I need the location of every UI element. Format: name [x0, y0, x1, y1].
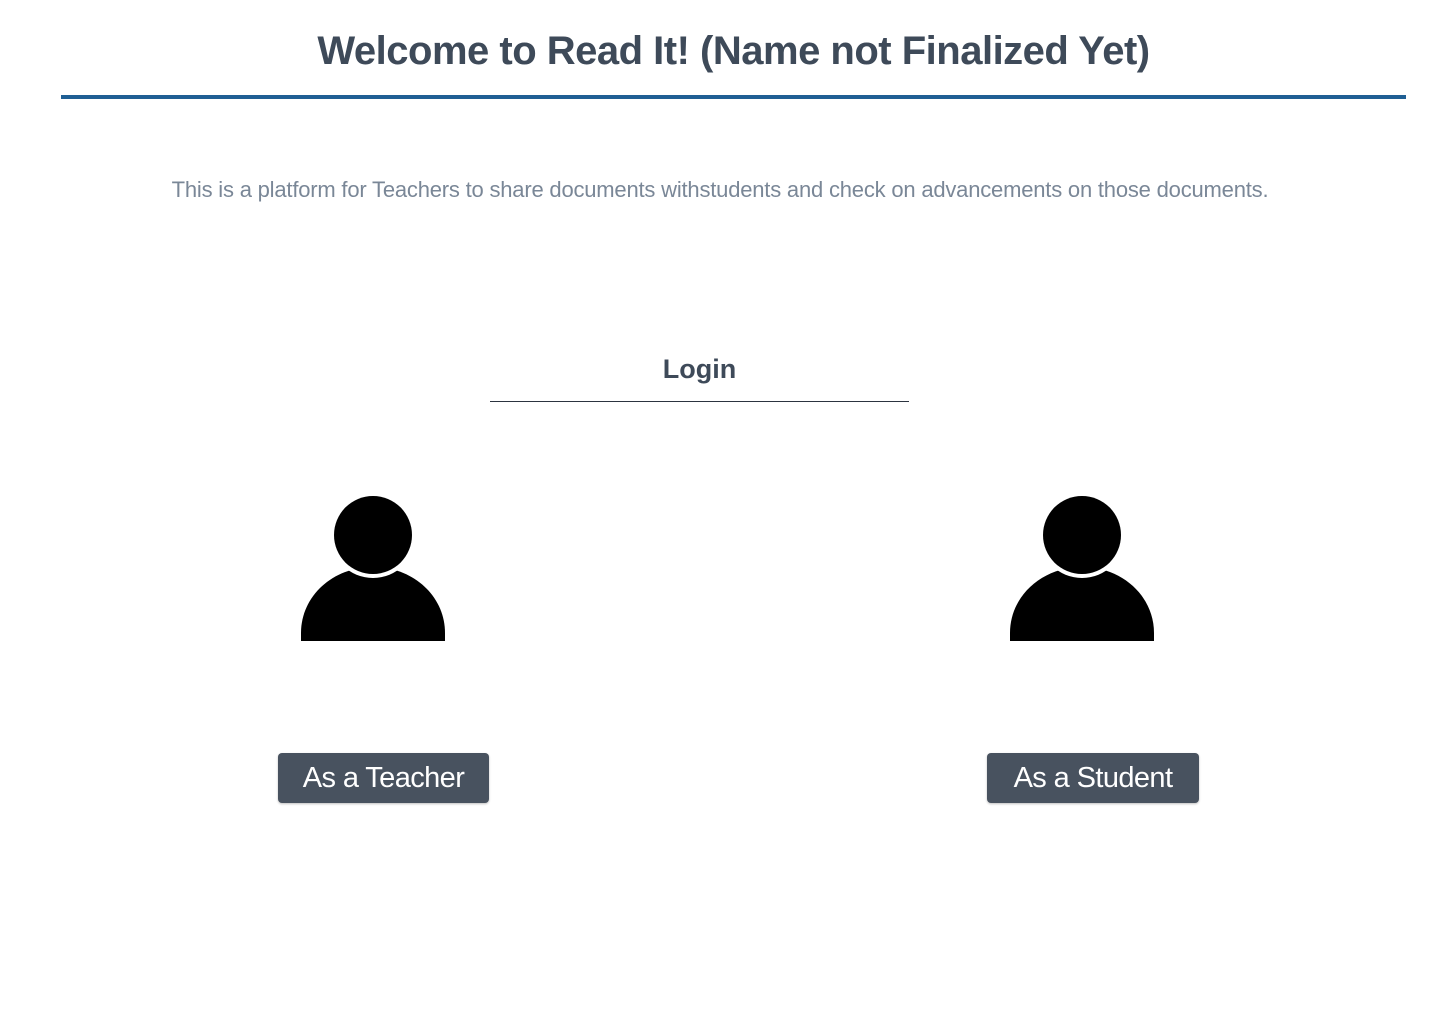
login-heading: Login	[662, 354, 737, 384]
landing-page: Welcome to Read It! (Name not Finalized …	[0, 0, 1440, 1024]
login-as-teacher-button[interactable]: As a Teacher	[278, 753, 489, 803]
platform-description: This is a platform for Teachers to share…	[171, 177, 1269, 202]
student-user-icon	[1009, 495, 1155, 641]
page-header: Welcome to Read It! (Name not Finalized …	[61, 0, 1406, 99]
login-section: Login	[490, 348, 909, 402]
page-title: Welcome to Read It! (Name not Finalized …	[317, 29, 1150, 73]
login-as-student-button[interactable]: As a Student	[987, 753, 1199, 803]
teacher-user-icon	[300, 495, 446, 641]
